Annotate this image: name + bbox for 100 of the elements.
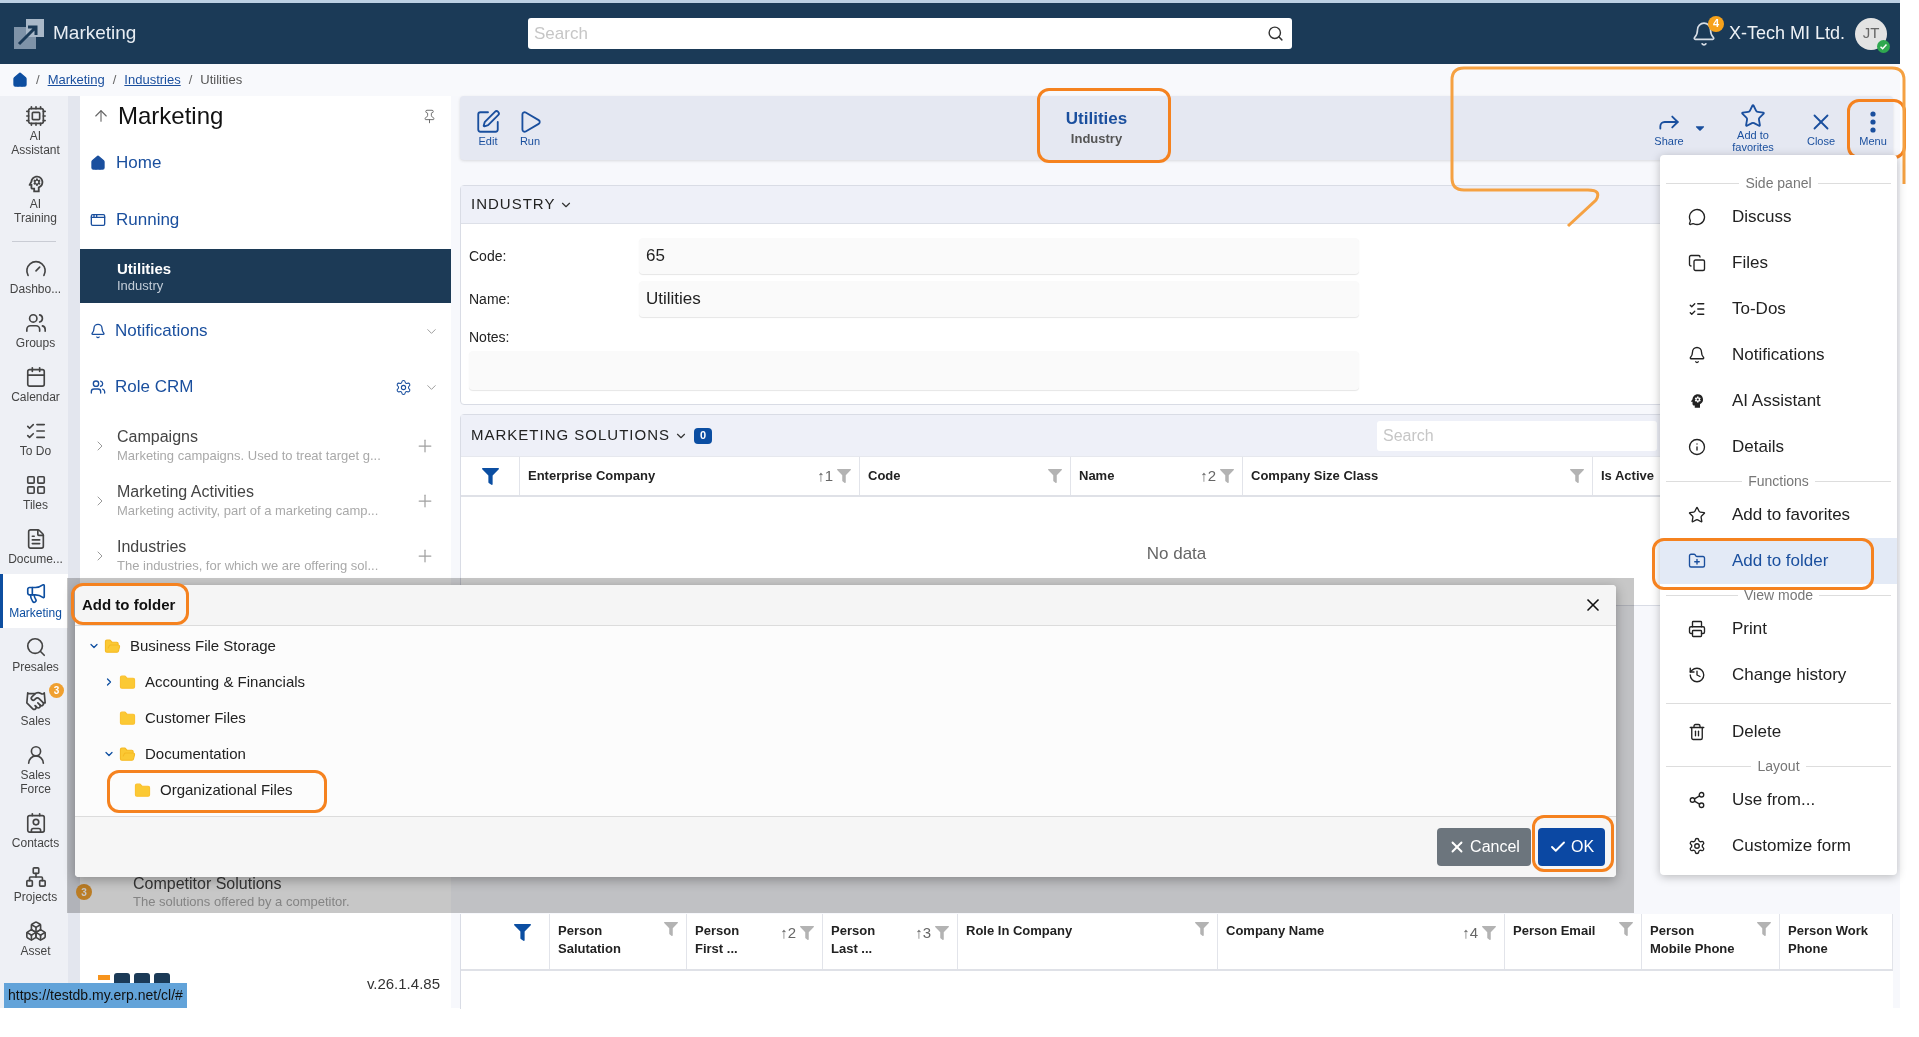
sort-indicator[interactable]: ↑1 xyxy=(817,464,833,488)
sort-indicator[interactable]: ↑4 xyxy=(1462,922,1478,945)
search-icon[interactable] xyxy=(1267,25,1284,42)
rail-item[interactable]: Asset xyxy=(0,912,68,966)
rail-item[interactable]: Docume... xyxy=(0,520,68,574)
column-header[interactable]: Company Name xyxy=(1226,922,1325,940)
text-field[interactable]: 65 xyxy=(639,238,1359,274)
column-header[interactable]: Role In Company xyxy=(966,922,1073,940)
toolbar-button[interactable]: Close xyxy=(1799,109,1843,147)
boxes-icon xyxy=(24,920,47,942)
filter-icon[interactable] xyxy=(514,924,531,941)
record-title: Utilities xyxy=(1065,108,1128,130)
filter-icon[interactable] xyxy=(481,467,499,485)
folder-label[interactable]: Organizational Files xyxy=(160,778,293,802)
column-header[interactable]: Person Last ... xyxy=(831,922,893,958)
toolbar-button[interactable]: Add to favorites xyxy=(1717,103,1789,153)
menu-group-title: Side panel xyxy=(1744,173,1813,193)
menu-item[interactable]: AI Assistant xyxy=(1660,378,1897,424)
rail-item[interactable]: Dashbo... xyxy=(0,250,68,304)
entry-title[interactable]: Marketing Activities xyxy=(117,482,379,502)
count-badge: 0 xyxy=(694,427,713,444)
section-title: MARKETING SOLUTIONS xyxy=(471,425,671,446)
text-field[interactable]: Utilities xyxy=(639,281,1359,317)
menu-item[interactable]: Files xyxy=(1660,240,1897,286)
rail-item[interactable]: Sales 3 xyxy=(0,682,68,736)
column-header[interactable]: Code xyxy=(868,467,901,485)
running-title: Utilities xyxy=(117,258,172,278)
toolbar-button[interactable]: Edit xyxy=(470,108,506,148)
star-icon xyxy=(1740,103,1766,129)
star-icon xyxy=(1688,506,1706,524)
user-avatar[interactable]: JT xyxy=(1855,17,1887,50)
window-icon xyxy=(90,212,106,228)
nav-link[interactable]: Running xyxy=(80,197,451,243)
share-nodes-icon xyxy=(1688,791,1706,809)
field-label: Name: xyxy=(469,289,512,309)
menu-item[interactable]: Customize form xyxy=(1660,823,1897,869)
breadcrumb-current: Utilities xyxy=(200,71,243,90)
rail-item[interactable]: AI Assistant xyxy=(0,97,68,165)
search-field[interactable]: Search xyxy=(1377,420,1657,451)
menu-item[interactable]: Add to favorites xyxy=(1660,492,1897,538)
rail-item[interactable]: Tiles xyxy=(0,466,68,520)
menu-item[interactable]: Use from... xyxy=(1660,777,1897,823)
folder-label[interactable]: Business File Storage xyxy=(130,634,276,658)
dialog-button[interactable]: Cancel xyxy=(1437,828,1531,866)
menu-item[interactable]: Change history xyxy=(1660,652,1897,698)
toolbar-button[interactable]: Run xyxy=(512,108,548,148)
nav-group[interactable]: Notifications xyxy=(80,310,451,352)
sort-indicator[interactable]: ↑2 xyxy=(780,922,796,945)
menu-item[interactable]: Notifications xyxy=(1660,332,1897,378)
sort-indicator[interactable]: ↑3 xyxy=(915,922,931,945)
menu-item[interactable]: Discuss xyxy=(1660,194,1897,240)
open-folder-icon xyxy=(119,745,136,763)
breadcrumb-link[interactable]: Industries xyxy=(124,70,181,90)
pin-icon[interactable] xyxy=(422,108,437,124)
toolbar-button[interactable]: Share xyxy=(1645,109,1693,147)
nav-group[interactable]: Role CRM xyxy=(80,366,451,408)
search-field[interactable]: Search xyxy=(528,18,1292,49)
magnifier-icon xyxy=(24,636,47,658)
company-name: X-Tech MI Ltd. xyxy=(1728,22,1845,45)
column-header[interactable]: Person Work Phone xyxy=(1788,922,1878,958)
rail-item[interactable]: Projects xyxy=(0,858,68,912)
breadcrumb-link[interactable]: Marketing xyxy=(47,70,105,90)
menu-item[interactable]: To-Dos xyxy=(1660,286,1897,332)
entry-title[interactable]: Competitor Solutions xyxy=(133,874,350,894)
menu-item[interactable]: Print xyxy=(1660,606,1897,652)
entry-title[interactable]: Campaigns xyxy=(117,427,381,447)
sort-indicator[interactable]: ↑2 xyxy=(1200,464,1216,488)
running-subtitle: Industry xyxy=(117,277,164,294)
count-badge: 3 xyxy=(76,884,92,900)
menu-item[interactable]: Delete xyxy=(1660,709,1897,755)
entry-title[interactable]: Industries xyxy=(117,537,379,557)
folder-label[interactable]: Customer Files xyxy=(145,706,246,730)
rail-item[interactable]: To Do xyxy=(0,412,68,466)
folder-label[interactable]: Documentation xyxy=(145,742,246,766)
running-item[interactable]: Utilities Industry xyxy=(80,249,451,303)
column-header[interactable]: Company Size Class xyxy=(1251,467,1379,485)
column-header[interactable]: Person Mobile Phone xyxy=(1650,922,1736,958)
rail-item[interactable]: Sales Force xyxy=(0,736,68,804)
nav-link[interactable]: Home xyxy=(80,140,451,186)
folder-plus-icon xyxy=(1688,552,1706,570)
status-url: https://testdb.my.erp.net/cl/# xyxy=(4,983,187,1008)
head-gear-icon xyxy=(1688,392,1706,410)
column-header[interactable]: Person Salutation xyxy=(558,922,638,958)
column-header[interactable]: Enterprise Company xyxy=(528,467,656,485)
home-icon[interactable] xyxy=(12,72,28,88)
rail-item[interactable]: Marketing xyxy=(0,574,68,628)
column-header[interactable]: Person First ... xyxy=(695,922,757,958)
rail-item[interactable]: Contacts xyxy=(0,804,68,858)
folder-label[interactable]: Accounting & Financials xyxy=(145,670,306,694)
settings-icon[interactable] xyxy=(395,378,412,396)
rail-item[interactable]: Presales xyxy=(0,628,68,682)
column-header[interactable]: Name xyxy=(1079,467,1115,485)
rail-item[interactable]: Groups xyxy=(0,304,68,358)
rail-item[interactable]: Calendar xyxy=(0,358,68,412)
menu-item[interactable]: Details xyxy=(1660,424,1897,470)
rail-item[interactable]: AI Training xyxy=(0,165,68,233)
column-header[interactable]: Person Email xyxy=(1513,922,1596,940)
printer-icon xyxy=(1688,620,1706,638)
column-header[interactable]: Is Active xyxy=(1601,467,1654,485)
checklist-icon xyxy=(1688,300,1706,318)
